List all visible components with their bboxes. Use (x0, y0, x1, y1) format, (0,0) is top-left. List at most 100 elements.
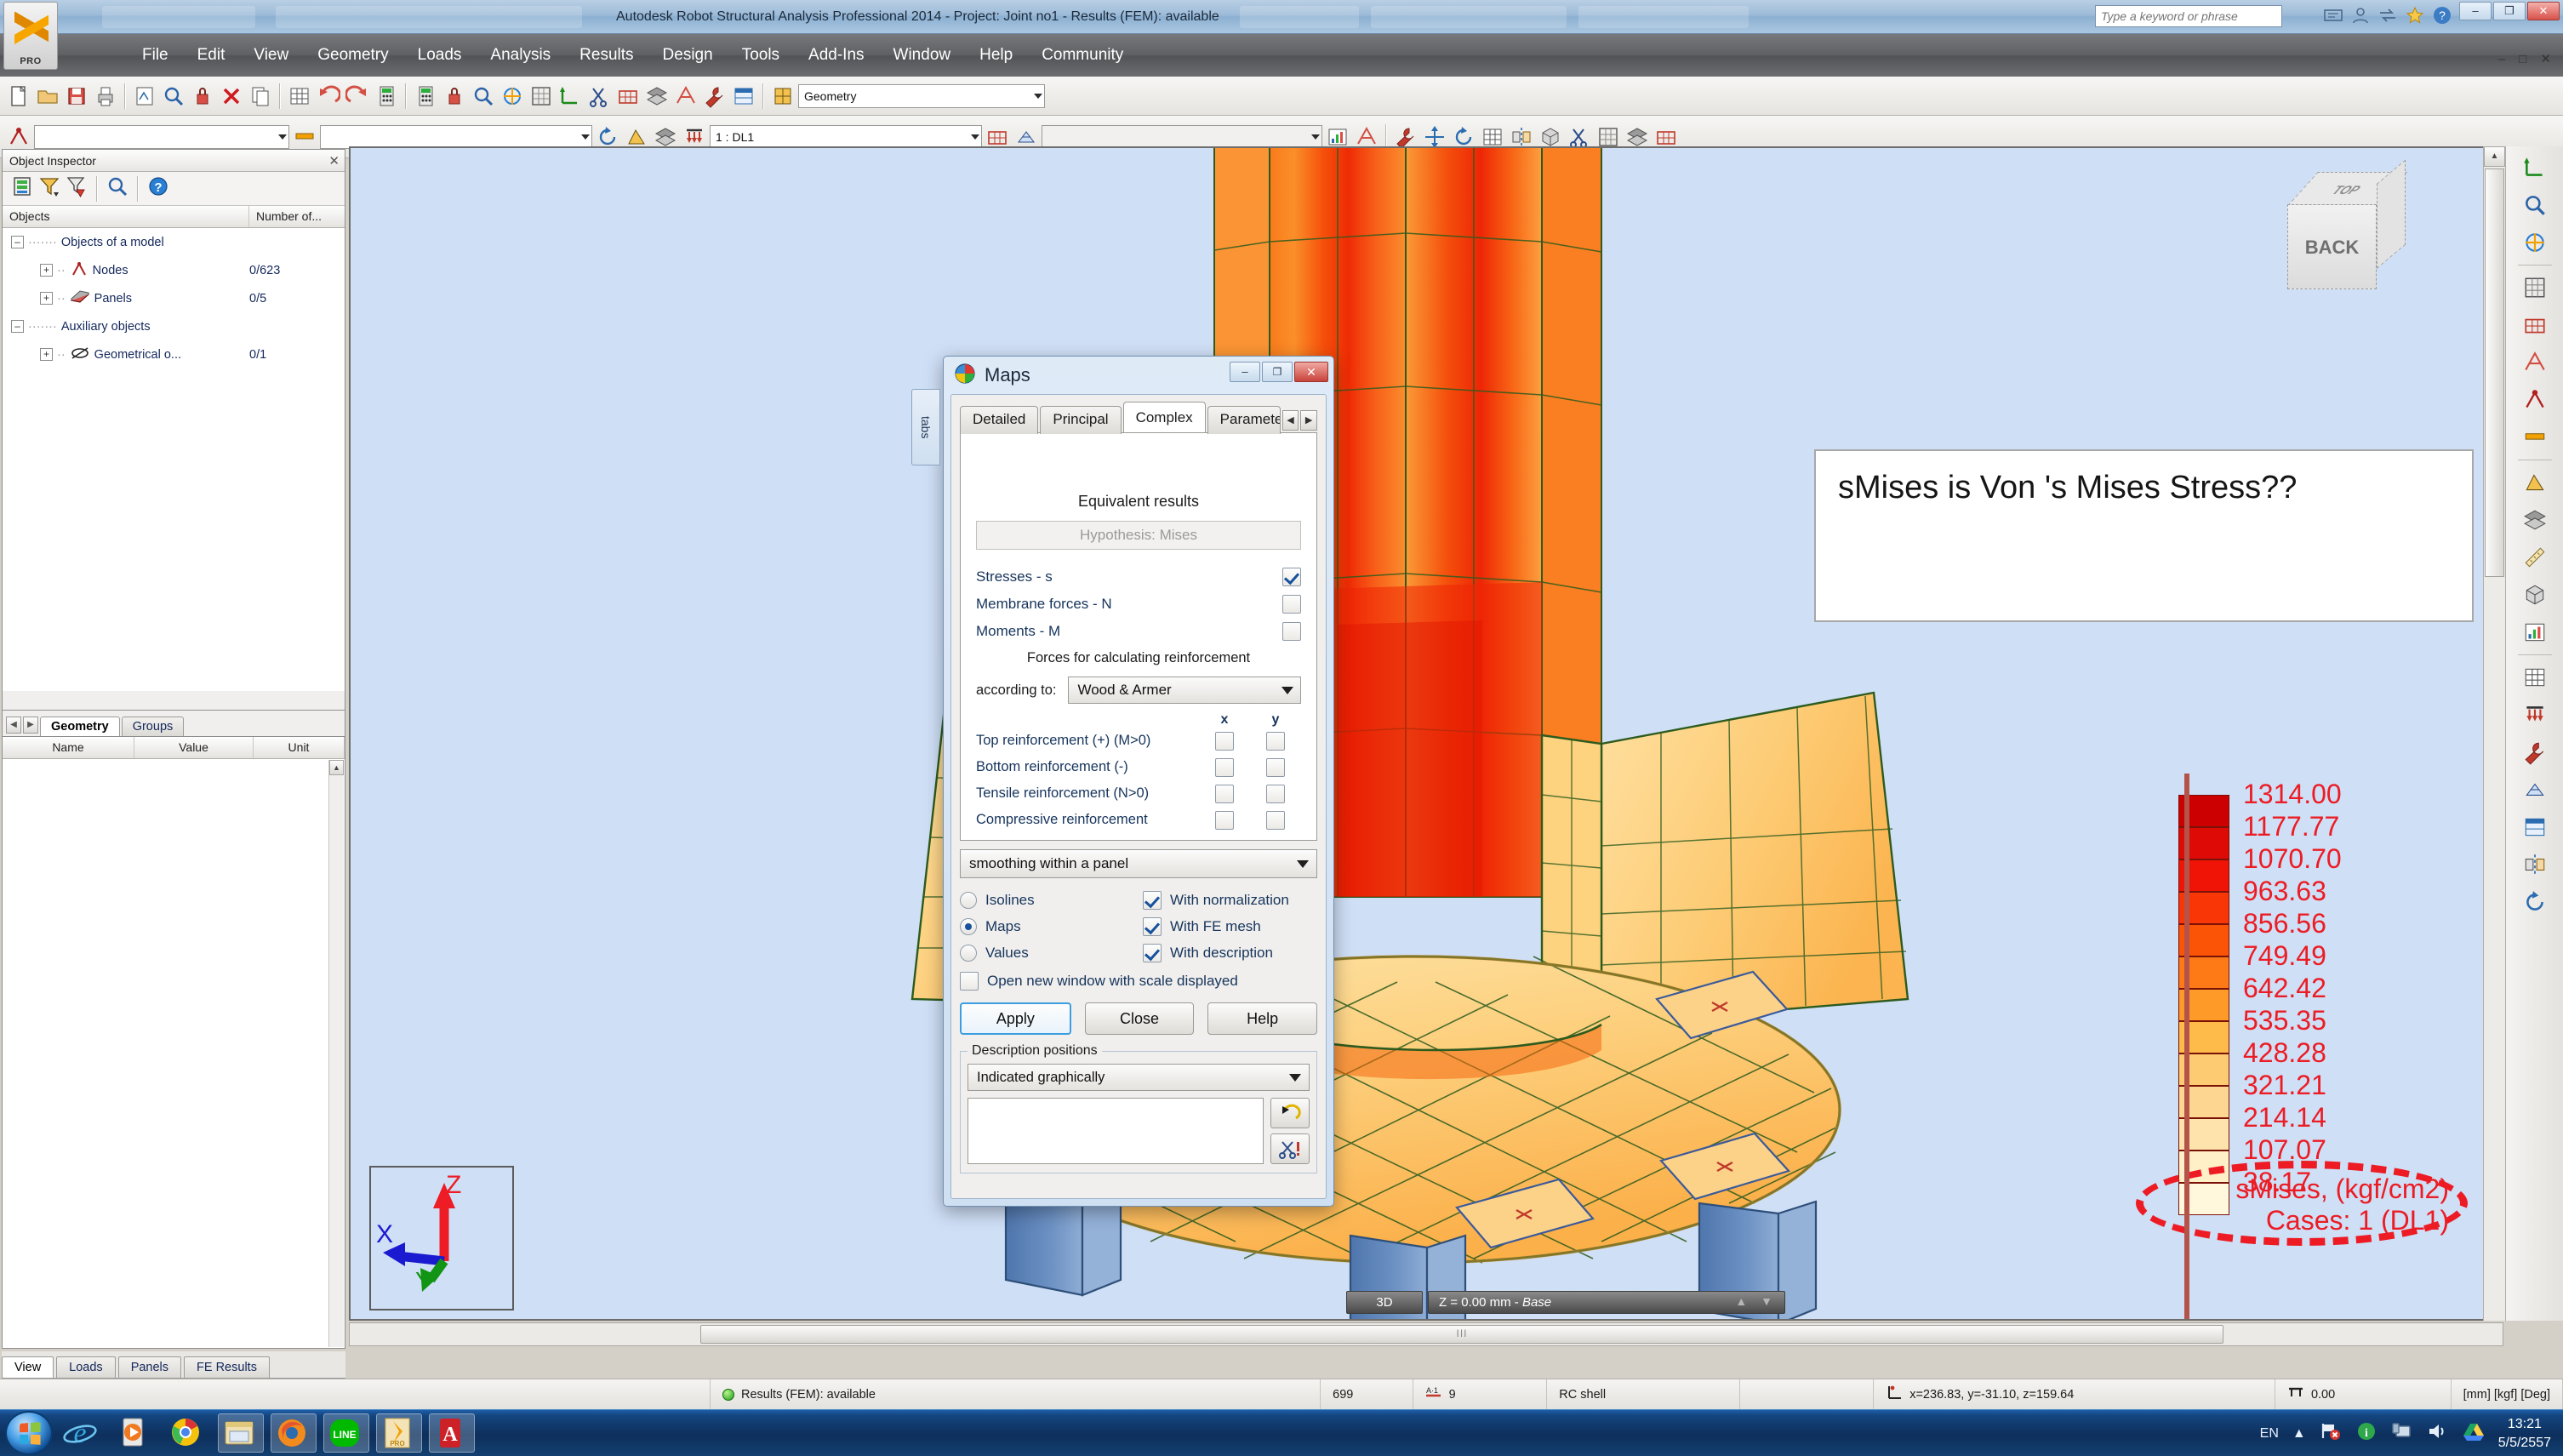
right-tool-pan-icon[interactable] (2516, 225, 2554, 260)
chevron-down-icon[interactable] (1289, 1073, 1301, 1082)
expander-icon[interactable]: – (11, 236, 24, 248)
maps-minimize-button[interactable]: – (1230, 362, 1260, 382)
tree-row[interactable]: – ······· Auxiliary objects (3, 312, 345, 340)
filter-clear-icon[interactable] (66, 175, 88, 202)
language-indicator[interactable]: EN (2260, 1426, 2279, 1442)
right-tool-mirror-icon[interactable] (2516, 847, 2554, 882)
toolbar-zoom-icon[interactable] (160, 83, 187, 110)
expander-icon[interactable]: + (40, 264, 53, 277)
toolbar-undo-icon[interactable] (315, 83, 342, 110)
tab-scroll-left-icon[interactable]: ◀ (1282, 410, 1299, 431)
tab-panels[interactable]: Panels (117, 1356, 182, 1378)
view-cube-front-face[interactable]: BACK (2287, 204, 2377, 289)
reinf-row-bottom[interactable]: Bottom reinforcement (-) (976, 754, 1301, 780)
dialog-side-tab[interactable]: tabs (911, 389, 940, 465)
right-tool-ruler-icon[interactable] (2516, 540, 2554, 575)
right-tool-result-icon[interactable] (2516, 614, 2554, 650)
window-minimize-button[interactable]: – (2459, 2, 2492, 20)
internet-explorer-icon[interactable]: e (60, 1413, 106, 1453)
right-tool-layers-icon[interactable] (2516, 502, 2554, 538)
checkbox-compressive-reinf-x[interactable] (1215, 810, 1234, 830)
toolbar-mesh-icon[interactable] (614, 83, 642, 110)
undo-arrow-icon[interactable] (1270, 1098, 1310, 1128)
menu-item-results[interactable]: Results (565, 43, 648, 68)
toolbar-table-icon[interactable] (286, 83, 313, 110)
tab-principal[interactable]: Principal (1040, 406, 1122, 434)
tab-groups[interactable]: Groups (121, 717, 185, 736)
expander-icon[interactable]: + (40, 348, 53, 361)
checkbox-compressive-reinf-y[interactable] (1266, 810, 1285, 830)
bar-section-icon[interactable] (5, 123, 32, 151)
reinf-row-top[interactable]: Top reinforcement (+) (M>0) (976, 728, 1301, 754)
properties-scrollbar[interactable]: ▲ (328, 760, 344, 1347)
right-tool-mesh-icon[interactable] (2516, 307, 2554, 343)
layout-select[interactable]: Geometry (798, 83, 1045, 108)
right-tool-table-icon[interactable] (2516, 659, 2554, 695)
toolbar-struct-icon[interactable] (672, 83, 699, 110)
toolbar-lock-icon[interactable] (441, 83, 468, 110)
close-icon[interactable]: ✕ (328, 153, 340, 168)
menu-item-add-ins[interactable]: Add-Ins (794, 43, 878, 68)
scroll-up-icon[interactable]: ▲ (2484, 146, 2505, 167)
right-tool-geom-icon[interactable] (2516, 465, 2554, 500)
close-button[interactable]: Close (1084, 1002, 1195, 1035)
chevron-down-icon[interactable] (581, 134, 590, 140)
tab-complex[interactable]: Complex (1122, 402, 1206, 432)
checkbox-open-new-window[interactable] (960, 971, 979, 991)
tree-row[interactable]: + ·· Geometrical o... 0/1 (3, 340, 345, 368)
menu-item-window[interactable]: Window (879, 43, 966, 68)
sign-in-icon[interactable] (2350, 5, 2371, 26)
work-plane-button[interactable]: Z = 0.00 mm - Base ▲ ▼ (1428, 1291, 1785, 1314)
mdi-window-controls[interactable]: – □ ✕ (2498, 51, 2556, 66)
chevron-down-icon[interactable] (971, 134, 979, 140)
according-to-select[interactable]: Wood & Armer (1068, 677, 1301, 704)
scissors-icon[interactable] (1270, 1133, 1310, 1164)
check-row-stresses[interactable]: Stresses - s (976, 563, 1301, 591)
right-tool-bar-icon[interactable] (2516, 420, 2554, 455)
checkbox-stresses[interactable] (1282, 568, 1301, 586)
checkbox-tensile-reinf-x[interactable] (1215, 784, 1234, 803)
check-row-moments[interactable]: Moments - M (976, 618, 1301, 645)
radio-row-maps[interactable]: Maps (960, 913, 1143, 939)
tab-loads[interactable]: Loads (56, 1356, 116, 1378)
support-select[interactable] (320, 124, 592, 149)
tab-geometry[interactable]: Geometry (40, 717, 120, 736)
right-tool-rot-icon[interactable] (2516, 884, 2554, 920)
check-row-fe-mesh[interactable]: With FE mesh (1143, 913, 1317, 939)
toolbar-print-icon[interactable] (92, 83, 119, 110)
vscrollbar-thumb[interactable] (2485, 168, 2504, 577)
toolbar-table2-icon[interactable] (730, 83, 757, 110)
right-tool-struct-icon[interactable] (2516, 345, 2554, 380)
support-icon[interactable] (291, 123, 318, 151)
reinf-row-tensile[interactable]: Tensile reinforcement (N>0) (976, 780, 1301, 807)
toolbar-cut-icon[interactable] (585, 83, 613, 110)
robot-pro-icon[interactable]: PRO (376, 1413, 422, 1453)
line-icon[interactable]: LINE (323, 1413, 369, 1453)
toolbar-redo-icon[interactable] (344, 83, 371, 110)
firefox-icon[interactable] (271, 1413, 317, 1453)
expander-icon[interactable]: – (11, 320, 24, 333)
toolbar-calc-icon[interactable] (373, 83, 400, 110)
chevron-down-icon[interactable] (1034, 93, 1042, 99)
chevron-down-icon[interactable] (1282, 686, 1293, 694)
google-drive-icon[interactable] (2463, 1421, 2485, 1446)
tree-row[interactable]: + ·· Panels 0/5 (3, 284, 345, 312)
radio-row-isolines[interactable]: Isolines (960, 887, 1143, 913)
toolbar-layers-icon[interactable] (643, 83, 671, 110)
tree-row[interactable]: – ······· Objects of a model (3, 228, 345, 256)
chevron-down-icon[interactable] (278, 134, 287, 140)
checkbox-with-normalization[interactable] (1143, 890, 1162, 910)
right-tool-node-icon[interactable] (2516, 382, 2554, 418)
tab-scroll-right-icon[interactable]: ▶ (1300, 410, 1317, 431)
check-row-description[interactable]: With description (1143, 939, 1317, 966)
explorer-icon[interactable] (218, 1413, 264, 1453)
right-tool-axis-icon[interactable] (2516, 150, 2554, 186)
menu-item-edit[interactable]: Edit (183, 43, 240, 68)
display-icon[interactable] (2391, 1421, 2413, 1446)
right-tool-cube-icon[interactable] (2516, 577, 2554, 613)
tab-view[interactable]: View (2, 1356, 54, 1378)
tab-scroll-left-icon[interactable]: ◀ (6, 717, 21, 734)
load-value-select[interactable] (1042, 124, 1322, 149)
right-tool-table2-icon[interactable] (2516, 809, 2554, 845)
checkbox-bottom-reinf-x[interactable] (1215, 757, 1234, 777)
